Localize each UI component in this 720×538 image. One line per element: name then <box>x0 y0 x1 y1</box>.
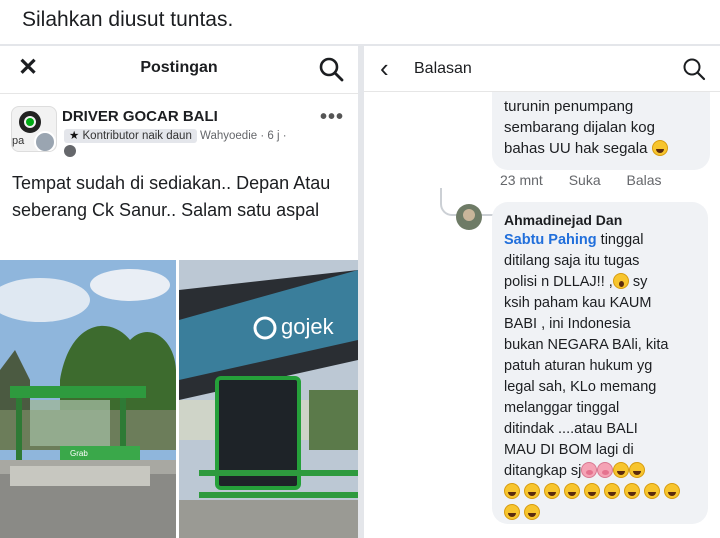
comment-actions: 23 mnt Suka Balas <box>500 172 684 188</box>
post-author[interactable]: Wahyoedie <box>200 130 257 142</box>
laughing-emoji-icon <box>584 483 601 499</box>
laughing-emoji-icon <box>524 483 541 499</box>
reply-bubble: Ahmadinejad Dan Sabtu Pahing tinggal dit… <box>492 202 708 524</box>
post-panel: ✕ Postingan pa DRIVER GOCAR BALI ★ Kontr… <box>0 46 358 538</box>
globe-icon <box>64 145 76 157</box>
replies-panel: ‹ Balasan turunin penumpang sembarang di… <box>364 46 720 538</box>
more-options-icon[interactable]: ••• <box>320 106 344 129</box>
author-avatar <box>34 131 56 151</box>
mention-link[interactable]: Sabtu Pahing <box>504 232 597 248</box>
laughing-emoji-icon <box>651 140 668 156</box>
laughing-emoji-icon <box>564 483 581 499</box>
laughing-emoji-icon <box>544 483 561 499</box>
laughing-emoji-icon <box>524 504 541 520</box>
laughing-emoji-icon <box>624 483 641 499</box>
comment-line: sembarang dijalan kog <box>504 119 655 136</box>
reply-body: Sabtu Pahing tinggal ditilang saja itu t… <box>504 230 696 524</box>
post-photo-gojek-shelter[interactable]: gojek <box>179 260 358 538</box>
search-icon[interactable] <box>318 56 344 82</box>
laughing-emoji-icon <box>629 462 646 478</box>
laughing-emoji-icon <box>644 483 661 499</box>
like-button[interactable]: Suka <box>569 172 601 188</box>
comment-time: 23 mnt <box>500 172 543 188</box>
post-header: ✕ Postingan <box>0 46 358 94</box>
laughing-emoji-icon <box>504 504 520 520</box>
comment-line: bahas UU hak segala <box>504 138 698 159</box>
laughing-emoji-icon <box>613 462 630 478</box>
pig-emoji-icon <box>581 462 598 478</box>
chevron-left-icon[interactable]: ‹ <box>380 55 389 81</box>
post-meta: ★ Kontributor naik daun Wahyoedie · 6 j … <box>64 128 287 143</box>
search-icon[interactable] <box>682 57 706 81</box>
commenter-avatar[interactable] <box>456 204 482 230</box>
laughing-emoji-icon <box>664 483 681 499</box>
pig-emoji-icon <box>597 462 614 478</box>
svg-text:Grab: Grab <box>70 449 88 458</box>
emoji-row <box>504 482 696 503</box>
post-photo-grab-shelter[interactable]: Grab <box>0 260 176 538</box>
post-caption: Silahkan diusut tuntas. <box>0 0 720 44</box>
comment-line: turunin penumpang <box>504 98 634 115</box>
group-name[interactable]: DRIVER GOCAR BALI <box>62 108 218 125</box>
laughing-emoji-icon <box>504 483 520 499</box>
gojek-sign: gojek <box>281 314 335 339</box>
post-header-title: Postingan <box>140 59 218 76</box>
post-text: Tempat sudah di sediakan.. Depan Atau se… <box>12 173 331 220</box>
contributor-badge: ★ Kontributor naik daun <box>64 129 197 143</box>
laughing-emoji-icon <box>604 483 621 499</box>
replies-header-title: Balasan <box>414 60 472 77</box>
yawning-emoji-icon <box>612 273 629 289</box>
post-time: · 6 j · <box>260 130 287 142</box>
group-avatar[interactable]: pa <box>11 106 57 152</box>
star-icon: ★ <box>69 130 83 142</box>
reply-author[interactable]: Ahmadinejad Dan <box>504 210 696 230</box>
reply-button[interactable]: Balas <box>627 172 662 188</box>
emoji-row <box>504 503 696 524</box>
replies-header: ‹ Balasan <box>364 46 720 92</box>
